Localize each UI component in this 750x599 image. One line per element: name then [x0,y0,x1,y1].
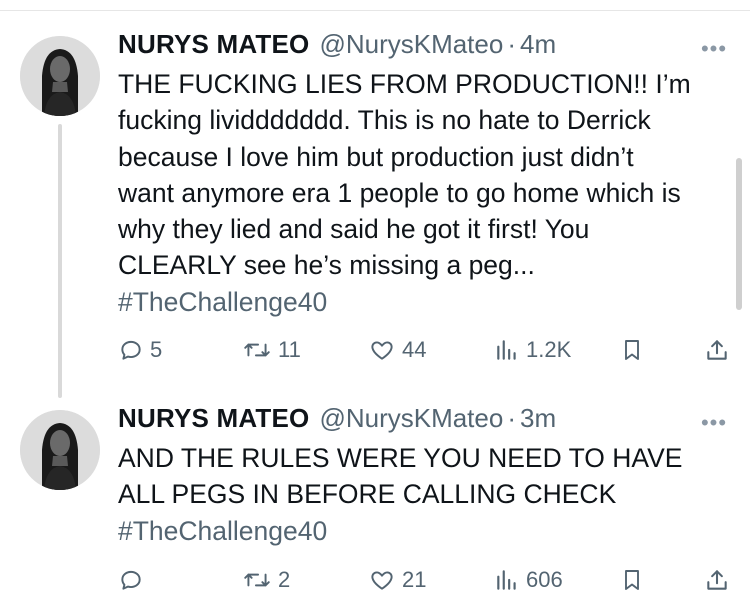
avatar-photo [20,410,100,490]
separator-dot: · [507,29,517,59]
user-handle[interactable]: @NurysKMateo [319,29,503,60]
user-handle[interactable]: @NurysKMateo [319,403,503,434]
like-count: 21 [402,567,427,592]
bookmark-icon [625,340,639,360]
views-icon [497,340,516,360]
tweet-text: AND THE RULES WERE YOU NEED TO HAVE ALL … [118,440,733,549]
like-button[interactable]: 21 [368,562,426,598]
tweet-header: NURYS MATEO @NurysKMateo · 3m [118,403,556,439]
retweet-icon [244,573,270,587]
separator-dot: · [507,403,517,433]
views-button[interactable]: 606 [494,562,563,598]
text-line: why they lied and said he got it first! … [118,214,590,245]
retweet-button[interactable]: 2 [242,562,290,598]
bookmark-icon [625,570,639,590]
more-options-icon[interactable]: ••• [694,34,734,64]
tweet-1[interactable]: NURYS MATEO @NurysKMateo · 4m ••• THE FU… [0,0,750,400]
tweet-text: THE FUCKING LIES FROM PRODUCTION!! I’m f… [118,66,733,320]
share-icon [707,570,727,590]
scrollbar[interactable] [736,158,742,310]
timestamp[interactable]: 4m [520,29,556,60]
share-icon [707,340,727,360]
avatar[interactable] [20,410,100,490]
text-line: CLEARLY see he’s missing a peg... [118,250,535,281]
views-count: 1.2K [526,337,572,362]
text-line: AND THE RULES WERE YOU NEED TO HAVE [118,443,683,473]
reply-button[interactable]: 5 [118,332,162,368]
reply-button[interactable] [118,562,150,598]
reply-icon [121,570,141,590]
share-button[interactable] [704,332,730,368]
views-count: 606 [526,567,563,592]
tweet-header: NURYS MATEO @NurysKMateo · 4m [118,29,556,65]
heart-icon [371,341,393,360]
more-options-icon[interactable]: ••• [694,408,734,438]
bookmark-button[interactable] [620,562,644,598]
hashtag-link[interactable]: #TheChallenge40 [118,513,733,549]
avatar-photo [20,36,100,116]
like-button[interactable]: 44 [368,332,426,368]
display-name[interactable]: NURYS MATEO [118,403,309,434]
avatar[interactable] [20,36,100,116]
action-bar: 5 11 44 1.2K [118,332,738,368]
thread-line [58,124,62,398]
text-line: THE FUCKING LIES FROM PRODUCTION!! I’m [118,69,691,99]
text-line: ALL PEGS IN BEFORE CALLING CHECK [118,479,617,510]
action-bar: 2 21 606 [118,562,738,598]
reply-count: 5 [150,337,163,362]
tweet-2[interactable]: NURYS MATEO @NurysKMateo · 3m ••• AND TH… [0,400,750,599]
text-line: because I love him but production just d… [118,141,634,172]
retweet-icon [244,343,270,357]
hashtag-link[interactable]: #TheChallenge40 [118,284,733,320]
like-count: 44 [402,337,427,362]
bookmark-button[interactable] [620,332,644,368]
reply-icon [121,340,141,360]
retweet-count: 2 [278,567,291,592]
display-name[interactable]: NURYS MATEO [118,29,309,60]
views-button[interactable]: 1.2K [494,332,571,368]
retweet-button[interactable]: 11 [242,332,301,368]
heart-icon [371,571,393,590]
views-icon [497,570,516,590]
timestamp[interactable]: 3m [520,403,556,434]
share-button[interactable] [704,562,730,598]
retweet-count: 11 [278,337,301,362]
text-line: fucking lividdddddd. This is no hate to … [118,105,651,136]
text-line: want anymore era 1 people to go home whi… [118,177,681,208]
